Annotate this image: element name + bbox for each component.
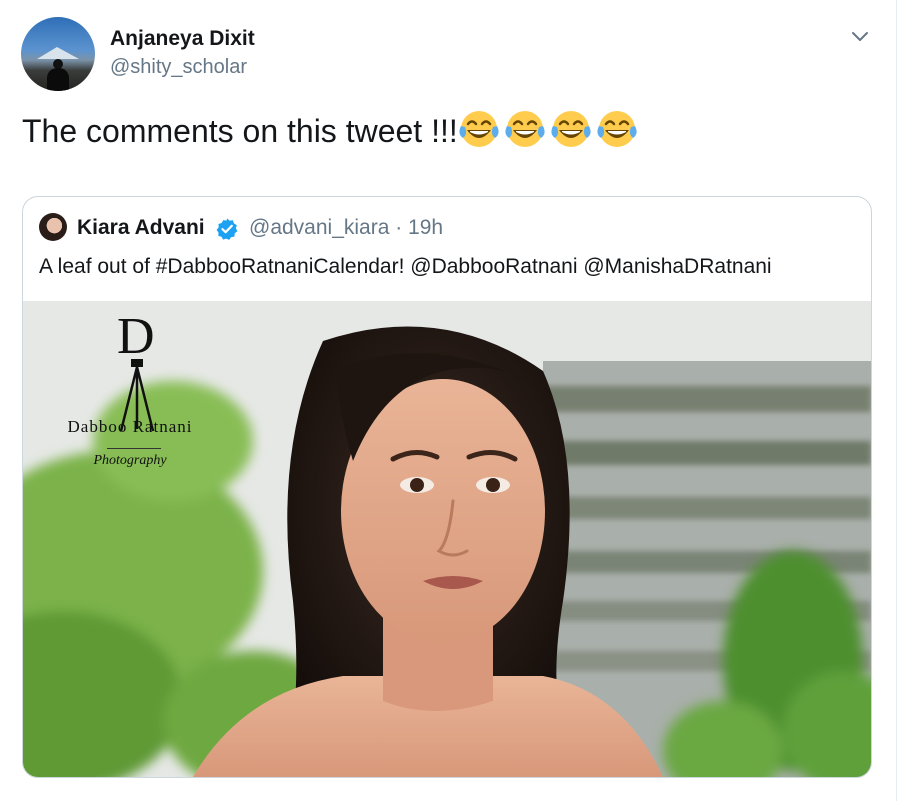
- laughing-emoji-icon: [459, 111, 499, 147]
- logo-letter: D: [117, 308, 155, 365]
- logo-divider: [107, 448, 161, 449]
- photographer-logo: D Dabboo Ratnani Photography: [37, 307, 207, 477]
- avatar-person-body: [47, 68, 69, 91]
- quoted-author-name[interactable]: Kiara Advani: [77, 216, 205, 240]
- quoted-author-handle-time[interactable]: @advani_kiara · 19h: [249, 216, 443, 240]
- laughing-emoji-icon: [551, 111, 591, 147]
- author-handle[interactable]: @shity_scholar: [110, 56, 247, 79]
- tweet-card[interactable]: Anjaneya Dixit @shity_scholar The commen…: [0, 0, 897, 801]
- logo-brand: Dabboo Ratnani: [67, 417, 193, 436]
- quoted-tweet-text: A leaf out of #DabbooRatnaniCalendar! @D…: [39, 255, 772, 278]
- avatar-mountain: [37, 47, 79, 59]
- laughing-emoji-icon: [597, 111, 637, 147]
- chevron-down-icon[interactable]: [849, 25, 871, 47]
- quoted-photo[interactable]: D Dabboo Ratnani Photography: [23, 301, 871, 777]
- tweet-text-body: The comments on this tweet !!!: [22, 113, 458, 149]
- verified-badge-icon: [216, 218, 238, 240]
- quoted-author-avatar[interactable]: [39, 213, 67, 241]
- laughing-emoji-icon: [505, 111, 545, 147]
- author-name[interactable]: Anjaneya Dixit: [110, 27, 255, 51]
- quoted-tweet[interactable]: Kiara Advani @advani_kiara · 19h A leaf …: [22, 196, 872, 778]
- tweet-text: The comments on this tweet !!!: [22, 108, 642, 150]
- logo-subtitle: Photography: [93, 453, 167, 468]
- author-avatar[interactable]: [21, 17, 95, 91]
